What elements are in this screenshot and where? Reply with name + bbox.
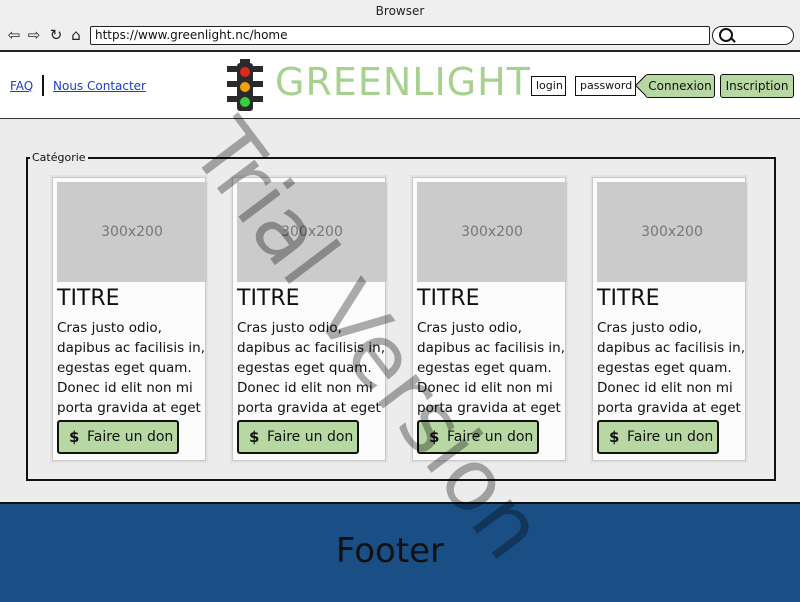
- address-bar-url: https://www.greenlight.nc/home: [95, 28, 288, 42]
- reload-icon[interactable]: ↻: [48, 26, 64, 44]
- donate-button-label: Faire un don: [447, 429, 534, 445]
- browser-title-bar: Browser: [0, 0, 800, 23]
- brand-name[interactable]: GREENLIGHT: [275, 60, 531, 104]
- donate-button[interactable]: $ Faire un don: [417, 420, 539, 454]
- category-card: 300x200 TITRE Cras justo odio, dapibus a…: [412, 177, 567, 461]
- browser-toolbar: ⇦ ⇨ ↻ ⌂ https://www.greenlight.nc/home: [0, 22, 800, 52]
- donate-button[interactable]: $ Faire un don: [237, 420, 359, 454]
- forward-arrow-icon[interactable]: ⇨: [26, 26, 42, 44]
- address-bar[interactable]: https://www.greenlight.nc/home: [90, 26, 710, 45]
- browser-search-field[interactable]: [712, 26, 794, 45]
- password-placeholder: password: [580, 79, 633, 92]
- amber-light: [240, 82, 250, 92]
- site-footer: Footer: [0, 502, 800, 602]
- traffic-light-icon: [226, 57, 264, 113]
- login-placeholder: login: [536, 79, 563, 92]
- card-image-placeholder: 300x200: [417, 182, 567, 282]
- donate-button[interactable]: $ Faire un don: [57, 420, 179, 454]
- main-content: Catégorie 300x200 TITRE Cras justo odio,…: [0, 119, 800, 502]
- browser-title: Browser: [375, 4, 425, 18]
- donate-button-label: Faire un don: [627, 429, 714, 445]
- card-text: Cras justo odio, dapibus ac facilisis in…: [237, 320, 386, 416]
- donate-button[interactable]: $ Faire un don: [597, 420, 719, 454]
- card-text: Cras justo odio, dapibus ac facilisis in…: [597, 320, 746, 416]
- category-card: 300x200 TITRE Cras justo odio, dapibus a…: [232, 177, 387, 461]
- donate-button-label: Faire un don: [267, 429, 354, 445]
- connexion-label: Connexion: [648, 79, 712, 93]
- card-image-placeholder: 300x200: [597, 182, 747, 282]
- search-icon: [719, 28, 733, 42]
- contact-link[interactable]: Nous Contacter: [53, 79, 146, 93]
- header-divider: [42, 75, 44, 96]
- back-arrow-icon[interactable]: ⇦: [6, 26, 22, 44]
- card-text: Cras justo odio, dapibus ac facilisis in…: [417, 320, 566, 416]
- green-light: [240, 97, 250, 107]
- card-title: TITRE: [597, 286, 660, 311]
- dollar-icon: $: [69, 428, 80, 446]
- faq-link[interactable]: FAQ: [10, 79, 33, 93]
- card-text: Cras justo odio, dapibus ac facilisis in…: [57, 320, 206, 416]
- connexion-button[interactable]: Connexion: [645, 74, 715, 98]
- category-card: 300x200 TITRE Cras justo odio, dapibus a…: [592, 177, 747, 461]
- inscription-label: Inscription: [725, 79, 789, 93]
- card-image-placeholder: 300x200: [237, 182, 387, 282]
- card-image-placeholder: 300x200: [57, 182, 207, 282]
- home-icon[interactable]: ⌂: [68, 26, 84, 44]
- password-input[interactable]: password: [575, 76, 636, 96]
- dollar-icon: $: [429, 428, 440, 446]
- site-header: FAQ Nous Contacter GREENLIGHT login pass…: [0, 52, 800, 119]
- card-title: TITRE: [237, 286, 300, 311]
- red-light: [240, 67, 250, 77]
- category-card: 300x200 TITRE Cras justo odio, dapibus a…: [52, 177, 207, 461]
- login-input[interactable]: login: [531, 76, 566, 96]
- inscription-button[interactable]: Inscription: [720, 74, 794, 98]
- card-title: TITRE: [417, 286, 480, 311]
- donate-button-label: Faire un don: [87, 429, 174, 445]
- category-legend: Catégorie: [30, 151, 88, 164]
- dollar-icon: $: [609, 428, 620, 446]
- dollar-icon: $: [249, 428, 260, 446]
- footer-text: Footer: [335, 531, 445, 571]
- card-title: TITRE: [57, 286, 120, 311]
